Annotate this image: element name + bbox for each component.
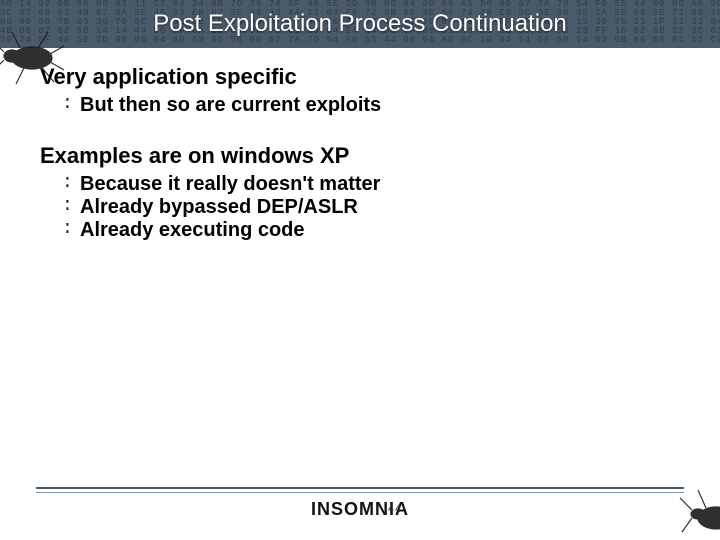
- footer-rule: [36, 487, 684, 489]
- bullet-2-sub-3: : Already executing code: [62, 219, 680, 242]
- bullet-1-sub-1: : But then so are current exploits: [62, 94, 680, 117]
- bullet-marker: :: [62, 219, 80, 239]
- bullet-2-sub-1: : Because it really doesn't matter: [62, 173, 680, 196]
- footer: INSOMNIA 44: [36, 487, 684, 520]
- slide: 50 14 02 0B 86 00 01 11 C7 04 34 0B 7D 7…: [0, 0, 720, 540]
- bullet-marker: :: [62, 196, 80, 216]
- bullet-marker: :: [62, 173, 80, 193]
- footer-rule-thin: [36, 492, 684, 493]
- bullet-text: Already executing code: [80, 219, 305, 242]
- brand-label: INSOMNIA 44: [36, 499, 684, 520]
- bug-icon: [678, 484, 720, 538]
- bullet-marker: :: [62, 94, 80, 114]
- header-band: 50 14 02 0B 86 00 01 11 C7 04 34 0B 7D 7…: [0, 0, 720, 48]
- slide-title: Post Exploitation Process Continuation: [0, 0, 720, 48]
- bullet-text: Already bypassed DEP/ASLR: [80, 196, 358, 219]
- bullet-1: Very application specific: [40, 64, 680, 90]
- bullet-2: Examples are on windows XP: [40, 143, 680, 169]
- bullet-text: Because it really doesn't matter: [80, 173, 380, 196]
- content-area: Very application specific : But then so …: [40, 64, 680, 242]
- bullet-text: But then so are current exploits: [80, 94, 381, 117]
- page-number: 44: [388, 503, 402, 515]
- bullet-2-sub-2: : Already bypassed DEP/ASLR: [62, 196, 680, 219]
